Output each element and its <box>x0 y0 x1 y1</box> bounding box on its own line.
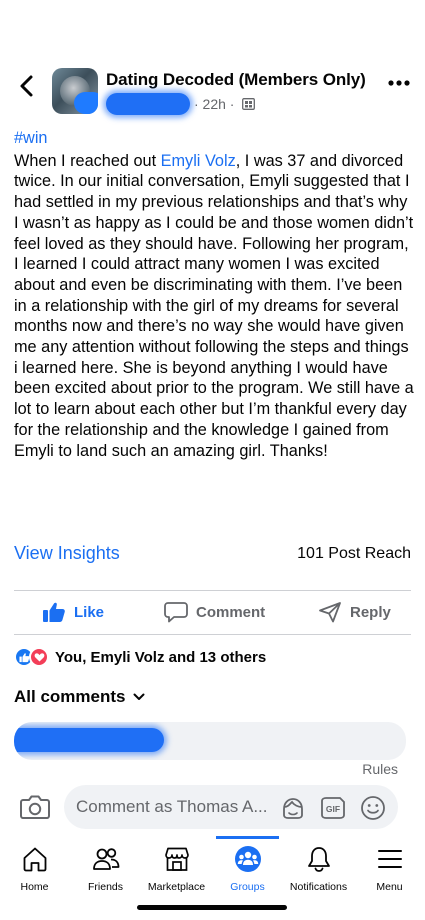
like-button[interactable]: Like <box>42 595 104 629</box>
group-avatar[interactable] <box>52 68 98 114</box>
bell-icon <box>307 847 330 872</box>
love-reaction-icon <box>29 647 49 667</box>
marketplace-icon <box>164 847 189 871</box>
comment-bubble-icon <box>164 602 188 623</box>
tab-menu[interactable]: Menu <box>347 844 425 902</box>
send-icon <box>319 602 341 623</box>
tab-label-groups: Groups <box>230 881 265 893</box>
svg-text:GIF: GIF <box>326 804 340 814</box>
divider <box>14 590 411 591</box>
tab-label-friends: Friends <box>87 881 123 893</box>
author-name-redacted[interactable] <box>106 93 190 115</box>
post-header: Dating Decoded (Members Only) · 22h · <box>0 62 425 118</box>
mention-link[interactable]: Emyli Volz <box>161 152 236 170</box>
comment-input[interactable] <box>76 793 276 821</box>
back-button[interactable] <box>14 72 42 100</box>
comments-header: All comments <box>14 687 126 706</box>
chevron-down-icon <box>133 693 145 700</box>
view-insights-link[interactable]: View Insights <box>14 543 120 564</box>
camera-button[interactable] <box>20 794 50 820</box>
more-dots-icon <box>388 80 410 86</box>
post-text-rest: , I was 37 and divorced twice. In our in… <box>14 151 414 460</box>
group-privacy-icon <box>242 98 255 110</box>
tab-label-home: Home <box>20 881 49 893</box>
hashtag-link[interactable]: #win <box>14 128 414 149</box>
post-meta: · 22h · <box>106 93 281 115</box>
comments-sort-dropdown[interactable]: All comments <box>14 687 145 707</box>
tab-label-menu: Menu <box>376 881 403 893</box>
rules-link[interactable]: Rules <box>362 761 398 777</box>
gif-icon[interactable]: GIF <box>320 795 346 821</box>
friends-icon <box>92 848 119 870</box>
comment-composer: GIF <box>0 782 425 832</box>
reactions-summary[interactable]: You, Emyli Volz and 13 others <box>14 646 266 668</box>
avatar-sticker-icon[interactable] <box>280 795 306 821</box>
post-body: #win When I reached out Emyli Volz, I wa… <box>14 128 414 461</box>
redaction-mark <box>74 92 98 114</box>
comment-label: Comment <box>196 603 266 621</box>
divider <box>14 634 411 635</box>
active-tab-indicator <box>216 836 279 839</box>
reactions-text: You, Emyli Volz and 13 others <box>55 648 267 666</box>
comment-button[interactable]: Comment <box>164 595 265 629</box>
tab-label-notifications: Notifications <box>289 881 348 893</box>
tab-label-marketplace: Marketplace <box>147 881 206 893</box>
comment-input-container[interactable]: GIF <box>64 785 398 829</box>
post-reach: 101 Post Reach <box>297 545 411 562</box>
thumbs-up-icon <box>43 602 65 622</box>
post-timestamp: · 22h · <box>194 96 235 112</box>
home-indicator <box>137 905 287 910</box>
comment-preview[interactable] <box>14 722 406 760</box>
home-icon <box>23 847 46 872</box>
commenter-name-redacted <box>14 728 164 752</box>
reply-button[interactable]: Reply <box>318 595 391 629</box>
groups-icon <box>234 846 261 872</box>
menu-icon <box>377 850 402 868</box>
group-name[interactable]: Dating Decoded (Members Only) <box>106 70 366 90</box>
post-actions: Like Comment Reply <box>0 595 425 629</box>
more-options-button[interactable] <box>387 76 411 90</box>
emoji-icon[interactable] <box>360 795 386 821</box>
chevron-left-icon <box>20 75 33 97</box>
like-label: Like <box>74 603 105 621</box>
reply-label: Reply <box>350 603 391 621</box>
camera-icon <box>20 795 50 819</box>
post-text-start: When I reached out <box>14 151 161 170</box>
